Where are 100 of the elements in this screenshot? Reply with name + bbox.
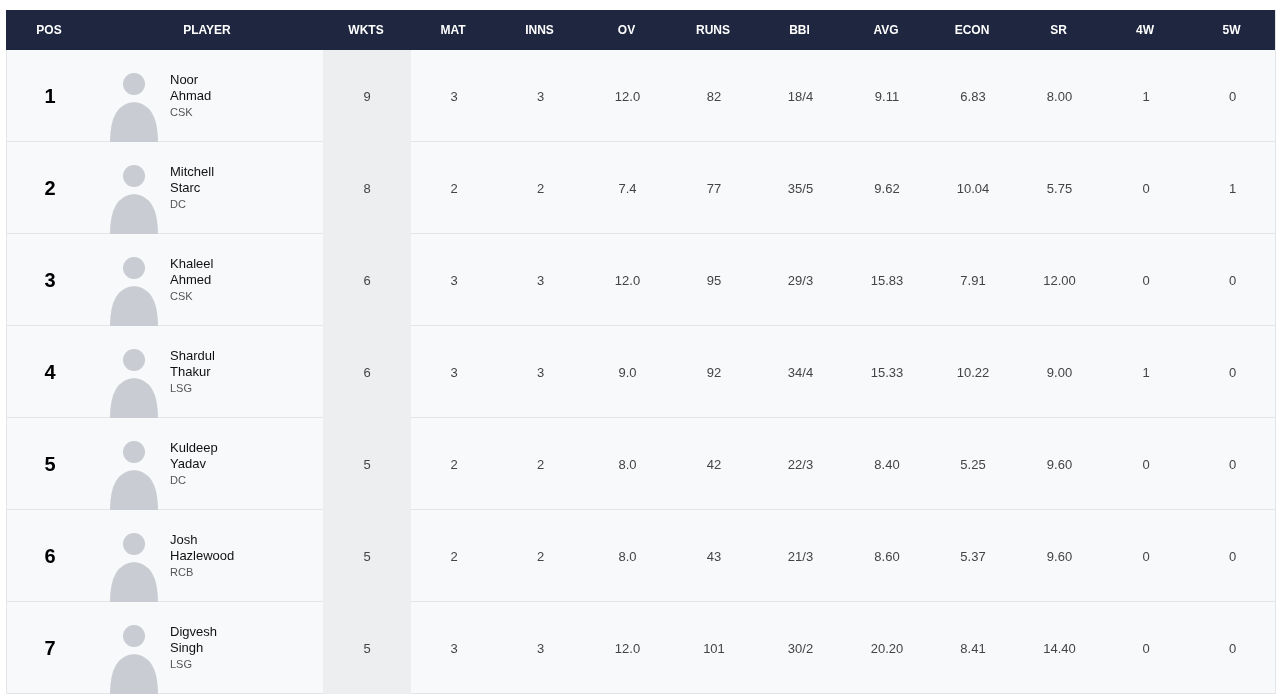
stat-value: 6 [363, 364, 371, 380]
stat-value: 9.62 [874, 180, 900, 196]
column-header[interactable]: PLAYER [92, 10, 322, 50]
stat-value: 3 [536, 364, 545, 380]
player-first-name[interactable]: Khaleel [170, 256, 214, 272]
stat-value: 1 [1142, 364, 1150, 380]
player-last-name[interactable]: Thakur [170, 364, 215, 380]
stat-value: 35/5 [787, 180, 814, 196]
stat-value: 0 [1228, 272, 1237, 288]
player-last-name[interactable]: Singh [170, 640, 217, 656]
stat-value: 9.00 [1046, 364, 1073, 380]
stat-value: 9.60 [1046, 456, 1073, 472]
stat-value: 1 [1142, 88, 1150, 104]
stat-value: 14.40 [1043, 640, 1076, 656]
column-header[interactable]: INNS [496, 10, 583, 50]
player-last-name[interactable]: Ahmed [170, 272, 214, 288]
stat-value: 12.0 [614, 640, 641, 656]
column-header[interactable]: POS [6, 10, 92, 50]
stat-value: 3 [450, 364, 458, 380]
stat-value: 5.37 [960, 548, 986, 564]
player-last-name[interactable]: Hazlewood [170, 548, 235, 564]
player-first-name[interactable]: Shardul [170, 348, 215, 364]
stat-value: 0 [1142, 548, 1150, 564]
stat-value: 1 [1228, 180, 1237, 196]
stat-value: 9.60 [1046, 548, 1073, 564]
stat-value: 77 [706, 180, 722, 196]
column-header[interactable]: WKTS [322, 10, 410, 50]
stat-value: 0 [1142, 272, 1150, 288]
stat-value: 82 [706, 88, 722, 104]
team-code: LSG [170, 381, 193, 396]
stat-value: 9 [363, 88, 371, 104]
stat-value: 15.83 [870, 272, 904, 288]
stat-value: 5 [363, 456, 371, 472]
team-code: DC [170, 197, 187, 212]
player-last-name[interactable]: Yadav [170, 456, 218, 472]
stat-value: 7.91 [960, 272, 986, 288]
stat-value: 0 [1142, 456, 1150, 472]
stat-value: 92 [706, 364, 722, 380]
stat-value: 9.11 [874, 88, 900, 104]
player-first-name[interactable]: Josh [170, 532, 235, 548]
stat-value: 3 [450, 88, 458, 104]
stat-value: 3 [450, 640, 458, 656]
stat-value: 3 [536, 88, 545, 104]
player-last-name[interactable]: Ahmad [170, 88, 212, 104]
stat-value: 43 [706, 548, 722, 564]
stat-value: 0 [1228, 364, 1237, 380]
column-header[interactable]: OV [583, 10, 670, 50]
player-first-name[interactable]: Digvesh [170, 624, 217, 640]
column-header[interactable]: RUNS [670, 10, 756, 50]
stat-value: 22/3 [787, 456, 814, 472]
stat-value: 3 [536, 272, 545, 288]
stat-value: 8.41 [960, 640, 986, 656]
stat-value: 0 [1142, 180, 1150, 196]
column-header[interactable]: BBI [756, 10, 843, 50]
stat-value: 7.4 [618, 180, 637, 196]
stat-value: 8.0 [618, 456, 637, 472]
player-first-name[interactable]: Mitchell [170, 164, 215, 180]
column-header[interactable]: MAT [410, 10, 496, 50]
position-number: 1 [44, 84, 56, 108]
column-header[interactable]: AVG [843, 10, 929, 50]
team-code: LSG [170, 657, 193, 672]
column-header[interactable]: 5W [1188, 10, 1275, 50]
stat-value: 2 [536, 180, 545, 196]
player-last-name[interactable]: Starc [170, 180, 215, 196]
player-first-name[interactable]: Noor [170, 72, 212, 88]
stat-value: 12.0 [614, 272, 641, 288]
position-number: 4 [44, 360, 56, 384]
stat-value: 12.0 [614, 88, 641, 104]
stat-value: 101 [703, 640, 725, 656]
player-first-name[interactable]: Kuldeep [170, 440, 218, 456]
stat-value: 5.75 [1046, 180, 1073, 196]
stat-value: 6.83 [960, 88, 986, 104]
position-number: 5 [44, 452, 56, 476]
column-header[interactable]: ECON [929, 10, 1015, 50]
column-header[interactable]: 4W [1102, 10, 1188, 50]
stat-value: 29/3 [787, 272, 814, 288]
stat-value: 30/2 [787, 640, 814, 656]
stat-value: 9.0 [618, 364, 637, 380]
stat-value: 18/4 [787, 88, 814, 104]
position-number: 2 [44, 176, 56, 200]
stat-value: 42 [706, 456, 722, 472]
stat-value: 8.0 [618, 548, 637, 564]
stat-value: 3 [536, 640, 545, 656]
stat-value: 2 [450, 456, 458, 472]
position-number: 7 [44, 636, 56, 660]
stat-value: 0 [1228, 548, 1237, 564]
stat-value: 0 [1228, 456, 1237, 472]
stat-value: 6 [363, 272, 371, 288]
team-code: RCB [170, 565, 195, 580]
stat-value: 95 [706, 272, 722, 288]
stat-value: 0 [1228, 88, 1237, 104]
stat-value: 2 [450, 548, 458, 564]
column-header[interactable]: SR [1015, 10, 1102, 50]
stat-value: 2 [450, 180, 458, 196]
stat-value: 5.25 [960, 456, 986, 472]
stat-value: 0 [1228, 640, 1237, 656]
stat-value: 2 [536, 548, 545, 564]
stat-value: 2 [536, 456, 545, 472]
position-number: 3 [44, 268, 56, 292]
stat-value: 8.00 [1046, 88, 1073, 104]
